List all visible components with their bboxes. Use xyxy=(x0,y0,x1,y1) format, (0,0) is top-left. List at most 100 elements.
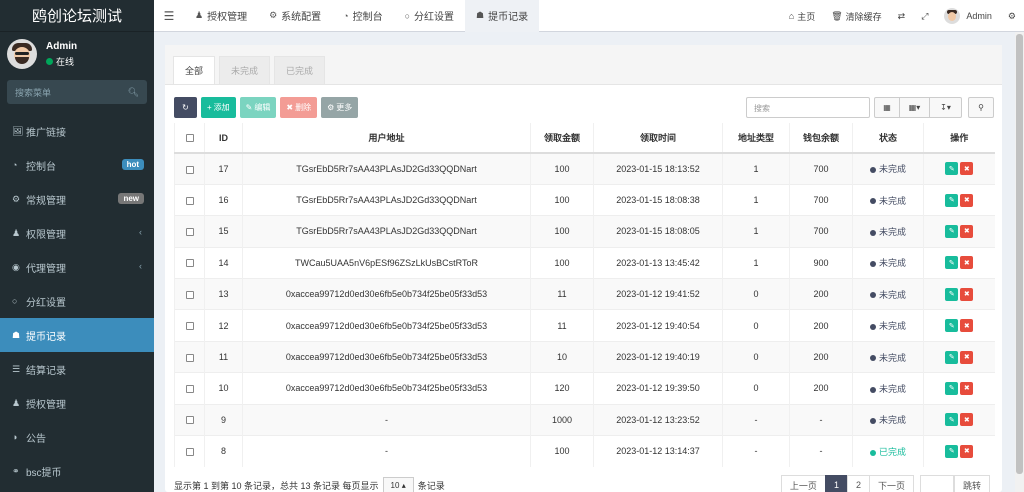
edit-icon[interactable]: ✎ xyxy=(945,287,959,301)
top-tab-0[interactable]: ♟ 授权管理 xyxy=(184,0,258,32)
col-address[interactable]: 用户地址 xyxy=(242,123,531,154)
row-checkbox[interactable] xyxy=(174,152,205,185)
hamburger-icon[interactable]: ☰ xyxy=(154,9,184,23)
row-checkbox[interactable] xyxy=(174,309,205,342)
delete-icon[interactable]: ✖ xyxy=(960,381,974,395)
col-time[interactable]: 领取时间 xyxy=(593,123,723,154)
edit-icon[interactable]: ✎ xyxy=(945,319,959,333)
filter-tab-1[interactable]: 未完成 xyxy=(219,56,271,84)
cell-time: 2023-01-12 13:23:52 xyxy=(593,403,723,436)
search-input[interactable]: 搜索 xyxy=(746,97,870,118)
edit-icon[interactable]: ✎ xyxy=(945,350,959,364)
settings-icon[interactable]: ⚙ xyxy=(1000,11,1024,22)
bicycle-icon: ⚭ xyxy=(12,465,20,476)
col-type[interactable]: 地址类型 xyxy=(722,123,790,154)
delete-icon[interactable]: ✖ xyxy=(960,256,974,270)
edit-icon[interactable]: ✎ xyxy=(945,444,959,458)
edit-icon[interactable]: ✎ xyxy=(945,381,959,395)
sidebar-item-6[interactable]: ☗ 提币记录 xyxy=(0,318,154,352)
top-tab-1[interactable]: ⚙ 系统配置 xyxy=(258,0,332,32)
home-link[interactable]: ⌂ 主页 xyxy=(781,10,823,23)
cell-time: 2023-01-12 19:40:19 xyxy=(593,340,723,373)
user-name: Admin xyxy=(46,40,78,52)
menu-badge: new xyxy=(118,193,144,204)
delete-icon[interactable]: ✖ xyxy=(960,287,974,301)
sidebar-item-5[interactable]: ○ 分红设置 xyxy=(0,284,154,318)
sidebar-item-3[interactable]: ♟ 权限管理 ‹ xyxy=(0,216,154,250)
row-actions: ✎ ✖ xyxy=(923,183,995,216)
delete-icon[interactable]: ✖ xyxy=(960,350,974,364)
page-jump-input[interactable] xyxy=(919,475,954,492)
sidebar-item-8[interactable]: ♟ 授权管理 xyxy=(0,386,154,420)
status-dot-icon xyxy=(869,449,876,456)
select-all-checkbox[interactable] xyxy=(174,123,205,154)
row-checkbox[interactable] xyxy=(174,278,205,310)
delete-icon[interactable]: ✖ xyxy=(960,224,974,238)
edit-button[interactable]: ✎ 编辑 xyxy=(239,97,277,118)
edit-icon[interactable]: ✎ xyxy=(945,162,959,176)
col-amount[interactable]: 领取金额 xyxy=(530,123,594,154)
col-balance[interactable]: 钱包余额 xyxy=(789,123,853,154)
user-menu[interactable]: Admin xyxy=(936,8,1000,24)
filter-tab-0[interactable]: 全部 xyxy=(173,56,216,84)
page-button[interactable]: 2 xyxy=(846,475,870,492)
more-button[interactable]: ⚙ 更多 xyxy=(321,97,359,118)
clear-cache-button[interactable]: 🗑︎ 清除缓存 xyxy=(823,10,889,23)
jump-button[interactable]: 跳转 xyxy=(953,475,990,492)
sidebar-item-7[interactable]: ☰ 结算记录 xyxy=(0,352,154,386)
row-checkbox[interactable] xyxy=(174,340,205,373)
advanced-search-button[interactable]: ⚲ xyxy=(968,97,994,118)
cell-balance: 700 xyxy=(789,215,853,248)
page-scrollbar[interactable] xyxy=(1015,32,1024,492)
col-status[interactable]: 状态 xyxy=(852,123,924,154)
filter-tab-2[interactable]: 已完成 xyxy=(274,56,326,84)
row-checkbox[interactable] xyxy=(174,372,205,405)
delete-icon[interactable]: ✖ xyxy=(960,413,974,427)
add-button[interactable]: + 添加 xyxy=(201,97,236,118)
row-checkbox[interactable] xyxy=(174,215,205,248)
toggle-view-button[interactable]: ▦ xyxy=(874,97,900,118)
edit-icon[interactable]: ✎ xyxy=(945,256,959,270)
gear-icon: ⚙ xyxy=(327,103,335,112)
delete-button[interactable]: ✖ 删除 xyxy=(280,97,318,118)
user-circle-icon: ◉ xyxy=(12,261,20,272)
translate-icon[interactable]: ⇄ xyxy=(890,11,914,22)
edit-icon[interactable]: ✎ xyxy=(945,224,959,238)
edit-icon[interactable]: ✎ xyxy=(945,413,959,427)
sidebar-item-1[interactable]: ◔ 控制台 hot xyxy=(0,148,154,182)
sidebar-item-9[interactable]: ◑ 公告 xyxy=(0,420,154,454)
top-tab-3[interactable]: ○ 分红设置 xyxy=(394,0,465,32)
dashboard-icon: ◔ xyxy=(343,10,349,21)
sidebar-item-2[interactable]: ⚙ 常规管理 new xyxy=(0,182,154,216)
export-button[interactable]: ↧▾ xyxy=(930,97,962,118)
app-title[interactable]: 鸥创论坛测试 xyxy=(0,0,154,32)
row-checkbox[interactable] xyxy=(174,403,205,436)
page-size-select[interactable]: 10 ▴ xyxy=(382,476,414,492)
delete-icon[interactable]: ✖ xyxy=(960,193,974,207)
sidebar-item-0[interactable]: 🖼︎ 推广链接 xyxy=(0,114,154,148)
fullscreen-icon[interactable]: ⤢ xyxy=(913,11,936,22)
avatar xyxy=(944,8,961,24)
top-tab-4[interactable]: ☗ 提币记录 xyxy=(465,0,540,32)
row-checkbox[interactable] xyxy=(174,183,205,216)
edit-icon[interactable]: ✎ xyxy=(945,193,959,207)
cell-time: 2023-01-15 18:08:38 xyxy=(593,183,723,216)
top-tab-2[interactable]: ◔ 控制台 xyxy=(332,0,393,32)
delete-icon[interactable]: ✖ xyxy=(960,319,974,333)
row-checkbox[interactable] xyxy=(174,246,205,279)
delete-icon[interactable]: ✖ xyxy=(960,162,974,176)
prev-page-button[interactable]: 上一页 xyxy=(780,475,826,492)
sidebar-item-10[interactable]: ⚭ bsc提币 xyxy=(0,454,154,488)
page-button[interactable]: 1 xyxy=(824,475,848,492)
col-id[interactable]: ID xyxy=(204,123,243,154)
sidebar-item-4[interactable]: ◉ 代理管理 ‹ xyxy=(0,250,154,284)
cell-amount: 100 xyxy=(530,435,594,467)
next-page-button[interactable]: 下一页 xyxy=(868,475,914,492)
columns-button[interactable]: ▦▾ xyxy=(900,97,930,118)
status-text: 未完成 xyxy=(878,258,906,269)
delete-icon[interactable]: ✖ xyxy=(960,444,974,458)
refresh-button[interactable]: ↻ xyxy=(174,97,197,118)
row-checkbox[interactable] xyxy=(174,435,205,467)
menu-search-input[interactable]: 搜索菜单 🔍︎ xyxy=(7,80,147,104)
row-actions: ✎ ✖ xyxy=(923,246,995,279)
